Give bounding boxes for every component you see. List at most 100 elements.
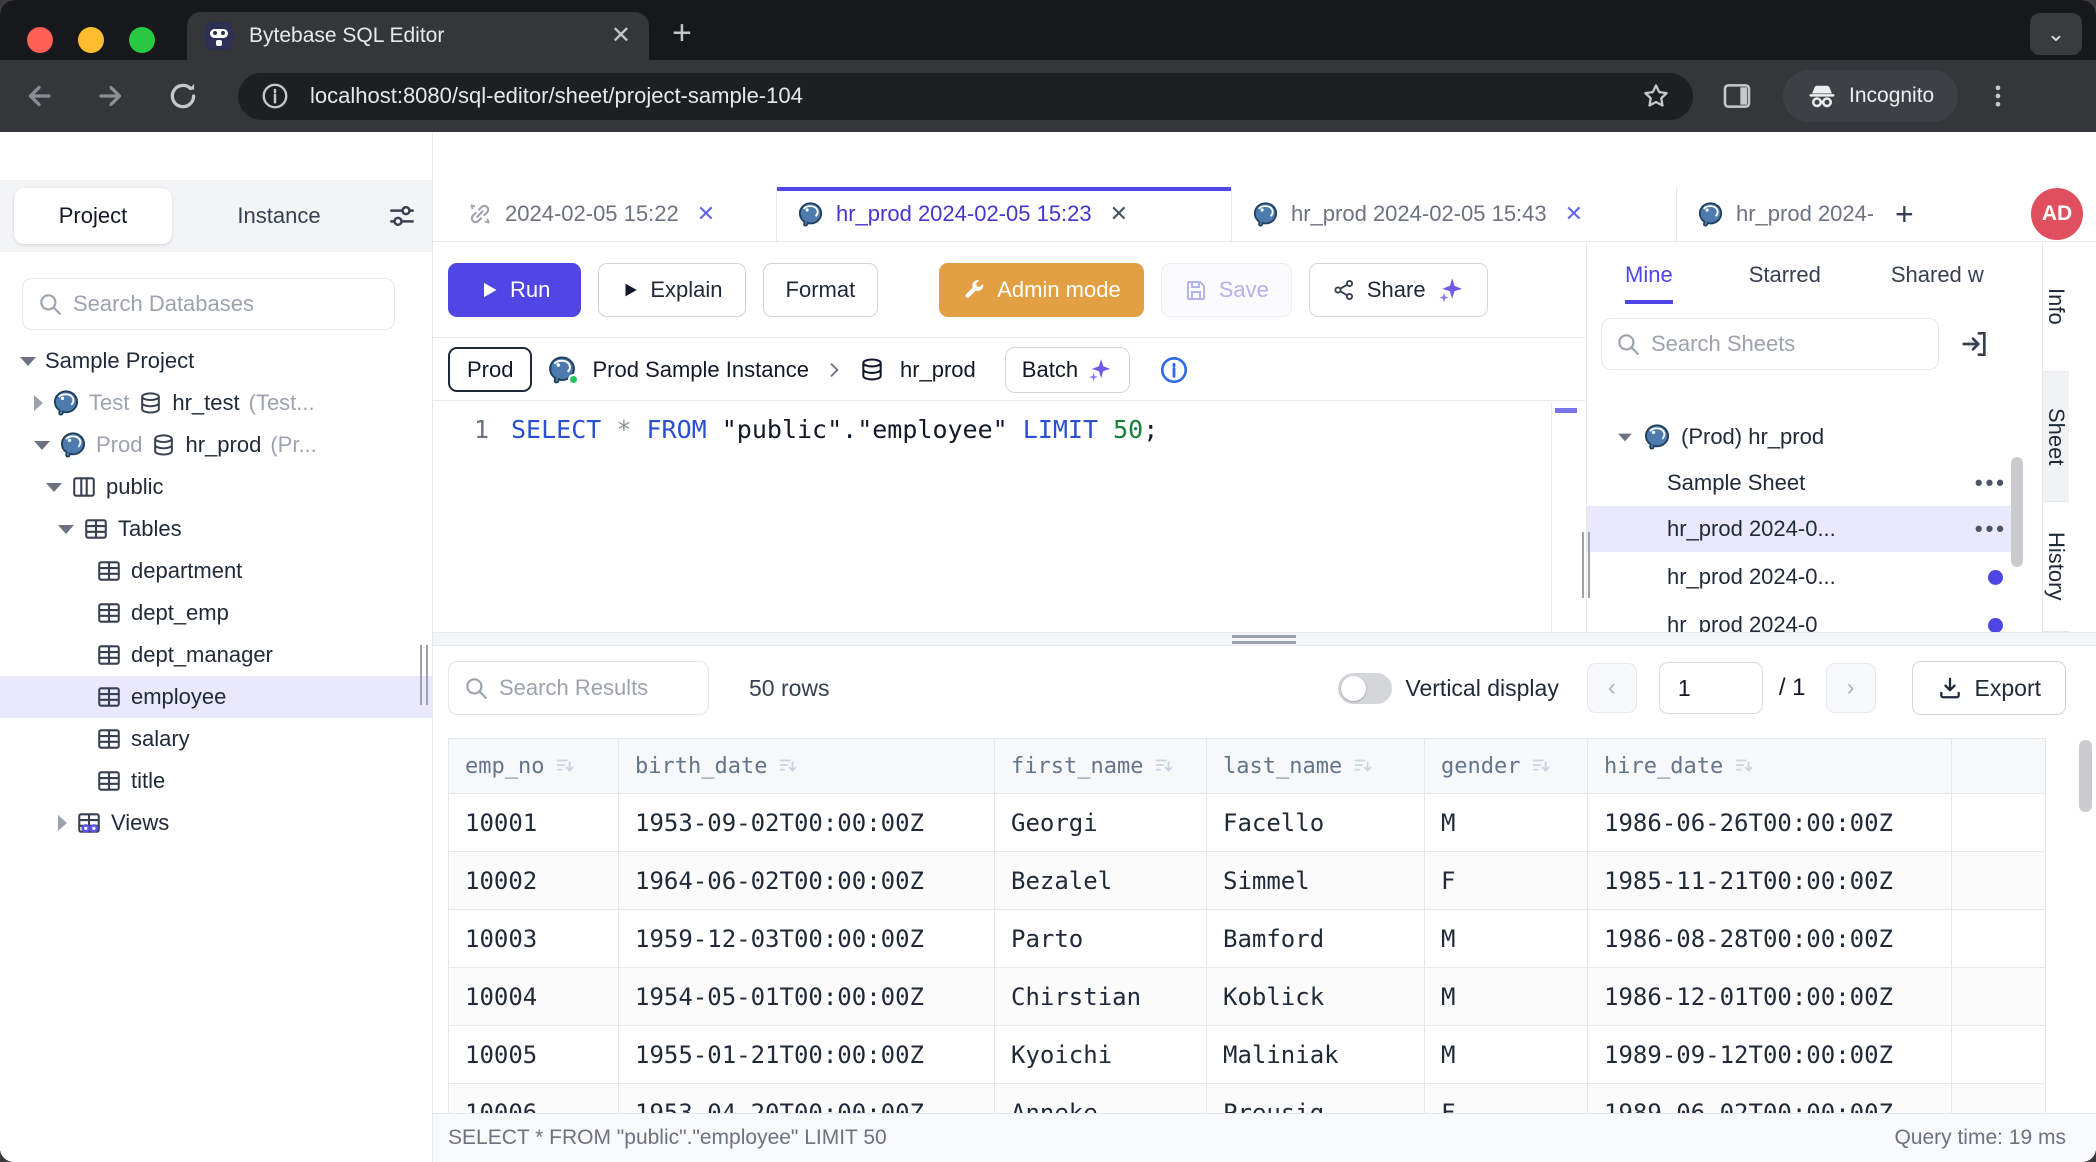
tree-item-table-title[interactable]: title: [0, 760, 432, 802]
sort-icon[interactable]: [1530, 755, 1552, 777]
tree-item-table-dept-manager[interactable]: dept_manager: [0, 634, 432, 676]
tree-item-tables-group[interactable]: Tables: [0, 508, 432, 550]
new-sheet-button[interactable]: +: [1873, 187, 1936, 241]
share-button[interactable]: Share: [1309, 263, 1488, 317]
table-cell[interactable]: M: [1425, 1026, 1588, 1084]
table-cell[interactable]: 1964-06-02T00:00:00Z: [619, 852, 995, 910]
caret-down-icon[interactable]: [58, 525, 74, 534]
table-cell[interactable]: Koblick: [1207, 968, 1425, 1026]
address-bar[interactable]: localhost:8080/sql-editor/sheet/project-…: [238, 73, 1693, 120]
sheet-menu-icon[interactable]: •••: [1975, 516, 2007, 542]
new-tab-button[interactable]: +: [672, 14, 692, 53]
close-tab-icon[interactable]: ✕: [1565, 201, 1583, 227]
caret-down-icon[interactable]: [46, 483, 62, 492]
table-cell[interactable]: 10003: [448, 910, 619, 968]
close-tab-icon[interactable]: ✕: [697, 201, 715, 227]
caret-right-icon[interactable]: [58, 815, 67, 831]
back-icon[interactable]: [22, 79, 56, 113]
editor-tab-4[interactable]: hr_prod 2024-0: [1677, 187, 1873, 241]
page-number-input[interactable]: 1: [1659, 662, 1763, 714]
sort-icon[interactable]: [1733, 755, 1755, 777]
sort-icon[interactable]: [1153, 755, 1175, 777]
column-header[interactable]: first_name: [995, 738, 1207, 794]
tree-item-schema-public[interactable]: public: [0, 466, 432, 508]
table-cell[interactable]: 1953-09-02T00:00:00Z: [619, 794, 995, 852]
table-cell[interactable]: 1986-06-26T00:00:00Z: [1588, 794, 1952, 852]
search-sheets-input[interactable]: Search Sheets: [1601, 318, 1939, 370]
sheet-item-partial[interactable]: hr_prod 2024-0: [1587, 602, 2023, 632]
table-cell[interactable]: 1953-04-20T00:00:00Z: [619, 1084, 995, 1113]
editor-tab-1[interactable]: 2024-02-05 15:22 ✕: [447, 187, 777, 241]
table-cell[interactable]: Georgi: [995, 794, 1207, 852]
reload-icon[interactable]: [166, 79, 200, 113]
table-cell[interactable]: M: [1425, 910, 1588, 968]
next-page-button[interactable]: ›: [1826, 663, 1876, 713]
prev-page-button[interactable]: ‹: [1587, 663, 1637, 713]
table-cell[interactable]: Preusig: [1207, 1084, 1425, 1113]
table-cell[interactable]: M: [1425, 968, 1588, 1026]
column-header[interactable]: emp_no: [448, 738, 619, 794]
import-sheet-icon[interactable]: [1959, 328, 1991, 360]
table-cell[interactable]: 10001: [448, 794, 619, 852]
sort-icon[interactable]: [1352, 755, 1374, 777]
tab-sheet[interactable]: Sheet: [2043, 372, 2069, 502]
vertical-display-toggle[interactable]: [1338, 673, 1392, 704]
explain-button[interactable]: Explain: [598, 263, 745, 317]
caret-right-icon[interactable]: [34, 395, 43, 411]
table-cell[interactable]: 1989-06-02T00:00:00Z: [1588, 1084, 1952, 1113]
table-cell[interactable]: 10004: [448, 968, 619, 1026]
table-cell[interactable]: M: [1425, 794, 1588, 852]
table-cell[interactable]: Parto: [995, 910, 1207, 968]
table-cell[interactable]: Bamford: [1207, 910, 1425, 968]
side-panel-icon[interactable]: [1721, 80, 1753, 112]
run-button[interactable]: Run: [448, 263, 581, 317]
table-cell[interactable]: 10006: [448, 1084, 619, 1113]
sheet-item-sample[interactable]: Sample Sheet •••: [1587, 460, 2023, 506]
sheet-scrollbar-thumb[interactable]: [2011, 457, 2023, 567]
tab-overview-button[interactable]: ⌄: [2030, 13, 2082, 55]
format-button[interactable]: Format: [763, 263, 879, 317]
filter-settings-icon[interactable]: [386, 200, 418, 232]
tree-item-table-salary[interactable]: salary: [0, 718, 432, 760]
table-cell[interactable]: Bezalel: [995, 852, 1207, 910]
browser-tab[interactable]: Bytebase SQL Editor ✕: [187, 12, 649, 60]
tree-item-views-group[interactable]: Views: [0, 802, 432, 844]
horizontal-splitter[interactable]: [433, 632, 2096, 646]
instance-name[interactable]: Prod Sample Instance: [592, 357, 808, 383]
caret-down-icon[interactable]: [20, 357, 36, 366]
close-tab-icon[interactable]: ✕: [611, 24, 631, 48]
tab-info[interactable]: Info: [2043, 242, 2069, 372]
panel-resize-handle[interactable]: [1582, 532, 1592, 598]
bookmark-star-icon[interactable]: [1641, 81, 1671, 111]
editor-tab-2-active[interactable]: hr_prod 2024-02-05 15:23 ✕: [777, 187, 1232, 241]
site-info-icon[interactable]: [260, 81, 290, 111]
splitter-drag-handle[interactable]: [1232, 635, 1296, 644]
table-cell[interactable]: 1986-08-28T00:00:00Z: [1588, 910, 1952, 968]
tree-item-table-dept-emp[interactable]: dept_emp: [0, 592, 432, 634]
tab-history[interactable]: History: [2043, 502, 2069, 632]
results-scrollbar-thumb[interactable]: [2079, 740, 2092, 812]
browser-menu-icon[interactable]: [1984, 82, 2012, 110]
caret-down-icon[interactable]: [1618, 433, 1632, 441]
sql-editor[interactable]: 1 SELECT * FROM "public"."employee" LIMI…: [433, 402, 1585, 632]
sheet-item-unsaved[interactable]: hr_prod 2024-0...: [1587, 554, 2023, 600]
tab-mine[interactable]: Mine: [1625, 254, 1673, 304]
tab-starred[interactable]: Starred: [1749, 254, 1821, 304]
search-results-input[interactable]: Search Results: [448, 661, 709, 715]
database-name[interactable]: hr_prod: [900, 357, 976, 383]
column-header[interactable]: gender: [1425, 738, 1588, 794]
table-cell[interactable]: F: [1425, 1084, 1588, 1113]
tree-item-table-department[interactable]: department: [0, 550, 432, 592]
column-header[interactable]: birth_date: [619, 738, 995, 794]
tab-shared[interactable]: Shared w: [1891, 254, 1984, 304]
table-cell[interactable]: Simmel: [1207, 852, 1425, 910]
batch-button[interactable]: Batch: [1005, 347, 1130, 393]
table-cell[interactable]: 1959-12-03T00:00:00Z: [619, 910, 995, 968]
save-button[interactable]: Save: [1161, 263, 1292, 317]
close-tab-icon[interactable]: ✕: [1110, 201, 1128, 227]
admin-mode-button[interactable]: Admin mode: [939, 263, 1144, 317]
tree-item-db-test[interactable]: Test hr_test (Test...: [0, 382, 432, 424]
column-header[interactable]: hire_date: [1588, 738, 1952, 794]
table-cell[interactable]: 1986-12-01T00:00:00Z: [1588, 968, 1952, 1026]
table-cell[interactable]: Anneke: [995, 1084, 1207, 1113]
